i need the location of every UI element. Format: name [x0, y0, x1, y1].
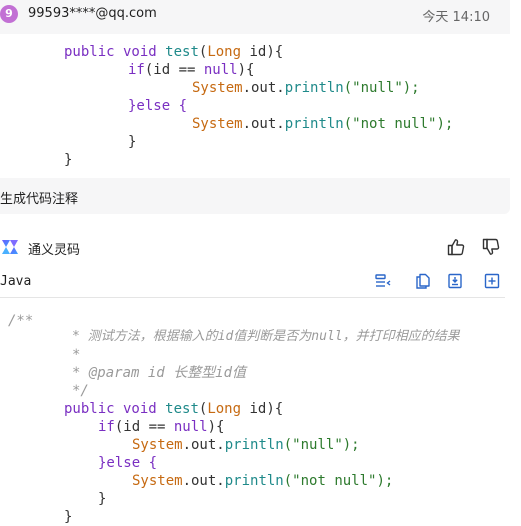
code-line: } [98, 491, 107, 507]
user-avatar: 9 [0, 5, 18, 23]
code-token: (id == [114, 419, 174, 435]
code-token: if [98, 419, 115, 435]
code-token: System [132, 473, 183, 489]
insert-diff-icon[interactable] [374, 272, 392, 290]
user-code-block: public void test(Long id){ if(id == null… [0, 34, 510, 178]
code-token: Long [207, 44, 242, 60]
code-line: }else { [128, 98, 188, 114]
code-token: ){ [207, 419, 225, 435]
code-line: * @param id 长整型id值 [72, 365, 247, 381]
code-token: public void [64, 44, 166, 60]
code-token: null [173, 419, 208, 435]
code-line: * [72, 347, 81, 363]
copy-icon[interactable] [414, 272, 432, 290]
code-token: if [128, 62, 145, 78]
code-line: } [64, 152, 73, 168]
code-token: System [192, 80, 243, 96]
insert-file-icon[interactable] [446, 272, 464, 290]
code-token: println [224, 437, 284, 453]
code-token: Long [207, 401, 242, 417]
code-language-label: Java [0, 274, 32, 289]
code-line: System.out.println("not null"); [132, 472, 393, 490]
code-token: (id == [144, 62, 204, 78]
code-token: println [284, 80, 344, 96]
code-line: } [64, 509, 73, 525]
code-token: ){ [237, 62, 255, 78]
user-message: 9 99593****@qq.com 今天 14:10 public void … [0, 0, 510, 214]
user-email: 99593****@qq.com [28, 6, 157, 21]
tongyi-logo-icon [2, 240, 18, 254]
code-line: * 测试方法，根据输入的id值判断是否为null，并打印相应的结果 [72, 329, 460, 344]
code-line: public void test(Long id){ [64, 43, 283, 61]
message-timestamp: 今天 14:10 [422, 10, 490, 25]
code-line: System.out.println("null"); [192, 79, 420, 97]
thumbs-up-icon[interactable] [446, 237, 466, 257]
code-token: public void [64, 401, 166, 417]
code-token: test [165, 44, 199, 60]
code-line: if(id == null){ [128, 61, 254, 79]
thumbs-down-icon[interactable] [481, 237, 501, 257]
code-line: /** [8, 313, 34, 329]
code-line: */ [72, 383, 89, 399]
code-token: null [203, 62, 238, 78]
new-file-icon[interactable] [483, 272, 501, 290]
user-prompt-text: 生成代码注释 [0, 192, 79, 207]
code-line: System.out.println("not null"); [192, 115, 453, 133]
code-line: if(id == null){ [98, 418, 224, 436]
code-token: id){ [241, 44, 284, 60]
code-line: } [128, 134, 137, 150]
code-token: .out. [242, 80, 285, 96]
toolbar-divider [0, 297, 505, 298]
code-token: ("null"); [283, 437, 360, 453]
code-token: .out. [182, 473, 225, 489]
code-token: .out. [182, 437, 225, 453]
code-token: System [132, 437, 183, 453]
code-token: id){ [241, 401, 284, 417]
code-token: ("not null"); [283, 473, 394, 489]
code-token: ("not null"); [343, 116, 454, 132]
code-token: .out. [242, 116, 285, 132]
code-line: System.out.println("null"); [132, 436, 360, 454]
code-token: ("null"); [343, 80, 420, 96]
code-token: println [224, 473, 284, 489]
code-line: }else { [98, 455, 158, 471]
code-token: System [192, 116, 243, 132]
code-token: println [284, 116, 344, 132]
code-line: public void test(Long id){ [64, 400, 283, 418]
assistant-name: 通义灵码 [28, 243, 81, 258]
code-token: test [165, 401, 199, 417]
